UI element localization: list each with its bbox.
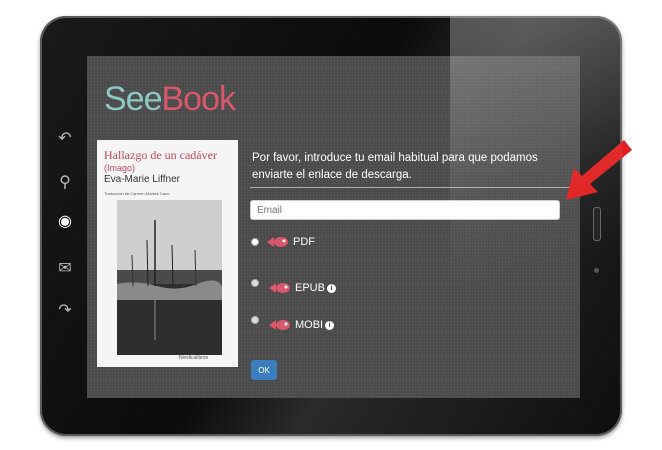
book-cover: Hallazgo de un cadáver (Imago) Eva-Marie… xyxy=(97,140,238,367)
back-icon[interactable]: ↶ xyxy=(54,128,76,150)
book-title: Hallazgo de un cadáver xyxy=(104,148,217,162)
option-label: PDF xyxy=(293,236,315,248)
book-translation: Traducción de Carmen Montes Cano xyxy=(104,191,170,196)
book-publisher: Nordicalibros xyxy=(179,355,209,361)
cover-photo xyxy=(117,200,222,355)
radio-mobi[interactable] xyxy=(251,316,259,324)
logo-book: Book xyxy=(161,80,236,118)
email-prompt: Por favor, introduce tu email habitual p… xyxy=(252,152,538,181)
option-label: EPUB xyxy=(295,282,325,294)
option-mobi[interactable]: MOBI i xyxy=(251,308,335,332)
logo-see: See xyxy=(104,80,162,118)
fish-icon xyxy=(269,320,290,330)
info-icon[interactable]: i xyxy=(326,283,336,293)
search-icon[interactable]: ⚲ xyxy=(54,172,76,194)
camera-dot xyxy=(594,268,599,273)
mail-icon[interactable]: ✉ xyxy=(54,258,76,280)
book-author: Eva-Marie Liffner xyxy=(104,174,180,185)
fish-icon xyxy=(269,283,290,293)
seebook-icon[interactable]: ◉ xyxy=(54,211,76,233)
pointer-arrow-icon xyxy=(566,140,632,200)
option-label: MOBI xyxy=(295,319,324,331)
side-button[interactable] xyxy=(593,207,601,241)
radio-pdf[interactable] xyxy=(251,238,259,246)
option-epub[interactable]: EPUB i xyxy=(251,271,336,295)
ok-button[interactable]: OK xyxy=(251,360,277,380)
fish-icon xyxy=(267,237,288,247)
info-icon[interactable]: i xyxy=(325,320,335,330)
radio-epub[interactable] xyxy=(251,279,259,287)
book-subtitle: (Imago) xyxy=(104,163,136,173)
seebook-logo: SeeBook xyxy=(104,80,236,119)
forward-icon[interactable]: ↷ xyxy=(54,300,76,322)
divider xyxy=(250,187,570,188)
email-input[interactable] xyxy=(250,200,560,220)
option-pdf[interactable]: PDF xyxy=(251,235,315,249)
